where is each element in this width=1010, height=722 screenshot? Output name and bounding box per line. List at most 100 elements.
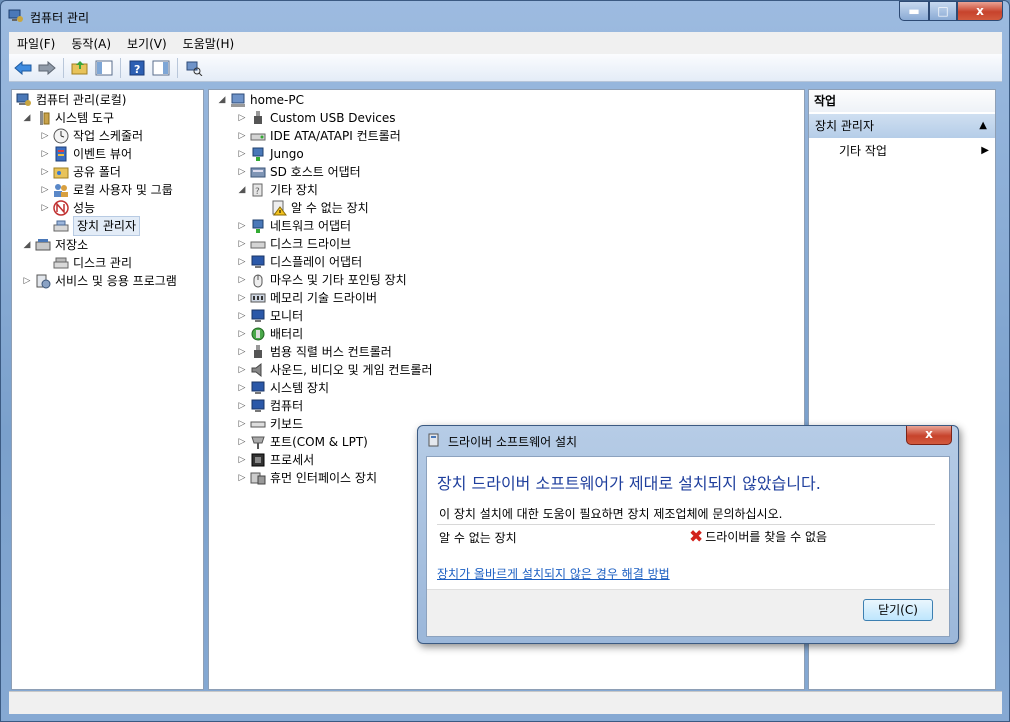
expand-arrow-icon[interactable]: ▷ <box>237 235 247 253</box>
more-actions-item[interactable]: 기타 작업 ▶ <box>839 140 995 162</box>
menu-help[interactable]: 도움말(H) <box>175 35 243 52</box>
console-tree-pane[interactable]: 컴퓨터 관리(로컬) ◢ 시스템 도구 ▷ 작업 스케줄러 ▷ 이벤트 뷰어 ▷ <box>11 89 204 690</box>
device-category[interactable]: ▷ 휴먼 인터페이스 장치 <box>237 469 377 487</box>
device-category[interactable]: ▷ 네트워크 어댑터 <box>237 217 351 235</box>
port-icon <box>250 434 266 450</box>
expand-arrow-icon[interactable]: ▷ <box>237 325 247 343</box>
expand-arrow-icon[interactable]: ▷ <box>237 217 247 235</box>
expand-arrow-icon[interactable]: ▷ <box>22 272 32 290</box>
tree-item-label: 저장소 <box>55 238 89 252</box>
tree-item-local-users[interactable]: ▷ 로컬 사용자 및 그룹 <box>40 181 173 199</box>
expand-arrow-icon[interactable]: ▷ <box>237 451 247 469</box>
tree-item-storage[interactable]: ◢ 저장소 <box>22 236 89 254</box>
tree-item-disk-management[interactable]: 디스크 관리 <box>53 254 132 272</box>
device-label: 알 수 없는 장치 <box>291 201 369 215</box>
device-category[interactable]: ▷ 범용 직렬 버스 컨트롤러 <box>237 343 392 361</box>
usb-controller-icon <box>250 344 266 360</box>
expand-arrow-icon[interactable]: ▷ <box>237 379 247 397</box>
expand-arrow-icon[interactable]: ▷ <box>40 145 50 163</box>
tree-item-task-scheduler[interactable]: ▷ 작업 스케줄러 <box>40 127 143 145</box>
device-category[interactable]: ▷ 시스템 장치 <box>237 379 329 397</box>
expand-arrow-icon[interactable]: ▷ <box>237 127 247 145</box>
device-unknown[interactable]: 알 수 없는 장치 <box>271 199 369 217</box>
menu-action[interactable]: 동작(A) <box>63 35 119 52</box>
collapse-arrow-icon[interactable]: ◢ <box>237 181 247 199</box>
device-category-other-devices[interactable]: ◢ ? 기타 장치 <box>237 181 318 199</box>
device-tree-root[interactable]: ◢ home-PC <box>217 91 304 109</box>
expand-arrow-icon[interactable]: ▷ <box>40 127 50 145</box>
expand-arrow-icon[interactable]: ▷ <box>237 397 247 415</box>
expand-arrow-icon[interactable]: ▷ <box>237 271 247 289</box>
show-hide-console-tree-icon[interactable] <box>94 58 114 78</box>
users-icon <box>53 182 69 198</box>
expand-arrow-icon[interactable]: ▷ <box>40 163 50 181</box>
expand-arrow-icon[interactable]: ▷ <box>237 307 247 325</box>
monitor-icon <box>250 308 266 324</box>
tree-item-performance[interactable]: ▷ 성능 <box>40 199 95 217</box>
expand-arrow-icon[interactable]: ▷ <box>237 415 247 433</box>
collapse-arrow-icon[interactable]: ◢ <box>22 236 32 254</box>
device-category-label: Jungo <box>270 147 304 161</box>
collapse-arrow-icon[interactable]: ◢ <box>217 91 227 109</box>
tree-item-system-tools[interactable]: ◢ 시스템 도구 <box>22 109 114 127</box>
close-button[interactable]: x <box>957 1 1003 21</box>
tree-item-computer-management[interactable]: 컴퓨터 관리(로컬) <box>16 91 126 109</box>
dialog-body: 장치 드라이버 소프트웨어가 제대로 설치되지 않았습니다. 이 장치 설치에 … <box>426 456 950 637</box>
device-category[interactable]: ▷ 마우스 및 기타 포인팅 장치 <box>237 271 407 289</box>
device-category-label: 모니터 <box>270 309 304 323</box>
device-category[interactable]: ▷ 디스크 드라이브 <box>237 235 352 253</box>
help-icon[interactable]: ? <box>127 58 147 78</box>
up-folder-icon[interactable] <box>70 58 90 78</box>
expand-arrow-icon[interactable]: ▷ <box>237 163 247 181</box>
minimize-button[interactable]: ▬ <box>899 1 929 21</box>
expand-arrow-icon[interactable]: ▷ <box>40 199 50 217</box>
expand-arrow-icon[interactable]: ▷ <box>237 145 247 163</box>
device-category-label: 프로세서 <box>270 453 315 467</box>
tree-item-services[interactable]: ▷ 서비스 및 응용 프로그램 <box>22 272 177 290</box>
menu-view[interactable]: 보기(V) <box>119 35 175 52</box>
device-category-label: 디스크 드라이브 <box>270 237 352 251</box>
device-category[interactable]: ▷ SD 호스트 어댑터 <box>237 163 361 181</box>
tree-item-shared-folders[interactable]: ▷ 공유 폴더 <box>40 163 121 181</box>
scan-hardware-changes-icon[interactable] <box>184 58 204 78</box>
troubleshoot-link[interactable]: 장치가 올바르게 설치되지 않은 경우 해결 방법 <box>437 565 670 582</box>
device-category[interactable]: ▷ 프로세서 <box>237 451 315 469</box>
expand-arrow-icon[interactable]: ▷ <box>237 289 247 307</box>
expand-arrow-icon[interactable]: ▷ <box>237 361 247 379</box>
dialog-close-action-button[interactable]: 닫기(C) <box>863 599 933 621</box>
device-category-label: 메모리 기술 드라이버 <box>270 291 377 305</box>
tree-item-device-manager[interactable]: 장치 관리자 <box>53 216 141 236</box>
collapse-triangle-icon[interactable]: ▲ <box>979 114 987 138</box>
dialog-close-button[interactable]: x <box>906 426 952 445</box>
collapse-arrow-icon[interactable]: ◢ <box>22 109 32 127</box>
maximize-button[interactable]: □ <box>929 1 957 21</box>
device-category[interactable]: ▷ 디스플레이 어댑터 <box>237 253 363 271</box>
device-category[interactable]: ▷ 컴퓨터 <box>237 397 304 415</box>
expand-arrow-icon[interactable]: ▷ <box>237 469 247 487</box>
device-category[interactable]: ▷ IDE ATA/ATAPI 컨트롤러 <box>237 127 401 145</box>
expand-arrow-icon[interactable]: ▷ <box>237 253 247 271</box>
show-hide-action-pane-icon[interactable] <box>151 58 171 78</box>
toolbar: ? <box>9 54 1002 82</box>
forward-arrow-icon[interactable] <box>37 58 57 78</box>
device-category[interactable]: ▷ 사운드, 비디오 및 게임 컨트롤러 <box>237 361 433 379</box>
expand-arrow-icon[interactable]: ▷ <box>237 433 247 451</box>
device-category-label: Custom USB Devices <box>270 111 396 125</box>
expand-arrow-icon[interactable]: ▷ <box>237 109 247 127</box>
actions-section-device-manager[interactable]: 장치 관리자 ▲ <box>809 114 995 138</box>
expand-arrow-icon[interactable]: ▷ <box>40 181 50 199</box>
device-category[interactable]: ▷ 포트(COM & LPT) <box>237 433 368 451</box>
device-category[interactable]: ▷ 키보드 <box>237 415 304 433</box>
back-arrow-icon[interactable] <box>13 58 33 78</box>
title-bar[interactable]: 컴퓨터 관리 ▬ □ x <box>1 1 1009 31</box>
device-category[interactable]: ▷ 모니터 <box>237 307 304 325</box>
expand-arrow-icon[interactable]: ▷ <box>237 343 247 361</box>
device-category[interactable]: ▷ Custom USB Devices <box>237 109 396 127</box>
menu-file[interactable]: 파일(F) <box>9 35 63 52</box>
tree-item-event-viewer[interactable]: ▷ 이벤트 뷰어 <box>40 145 132 163</box>
device-category[interactable]: ▷ 배터리 <box>237 325 304 343</box>
device-category[interactable]: ▷ Jungo <box>237 145 304 163</box>
device-category[interactable]: ▷ 메모리 기술 드라이버 <box>237 289 377 307</box>
tree-item-label: 컴퓨터 관리(로컬) <box>36 93 127 107</box>
clock-icon <box>53 128 69 144</box>
